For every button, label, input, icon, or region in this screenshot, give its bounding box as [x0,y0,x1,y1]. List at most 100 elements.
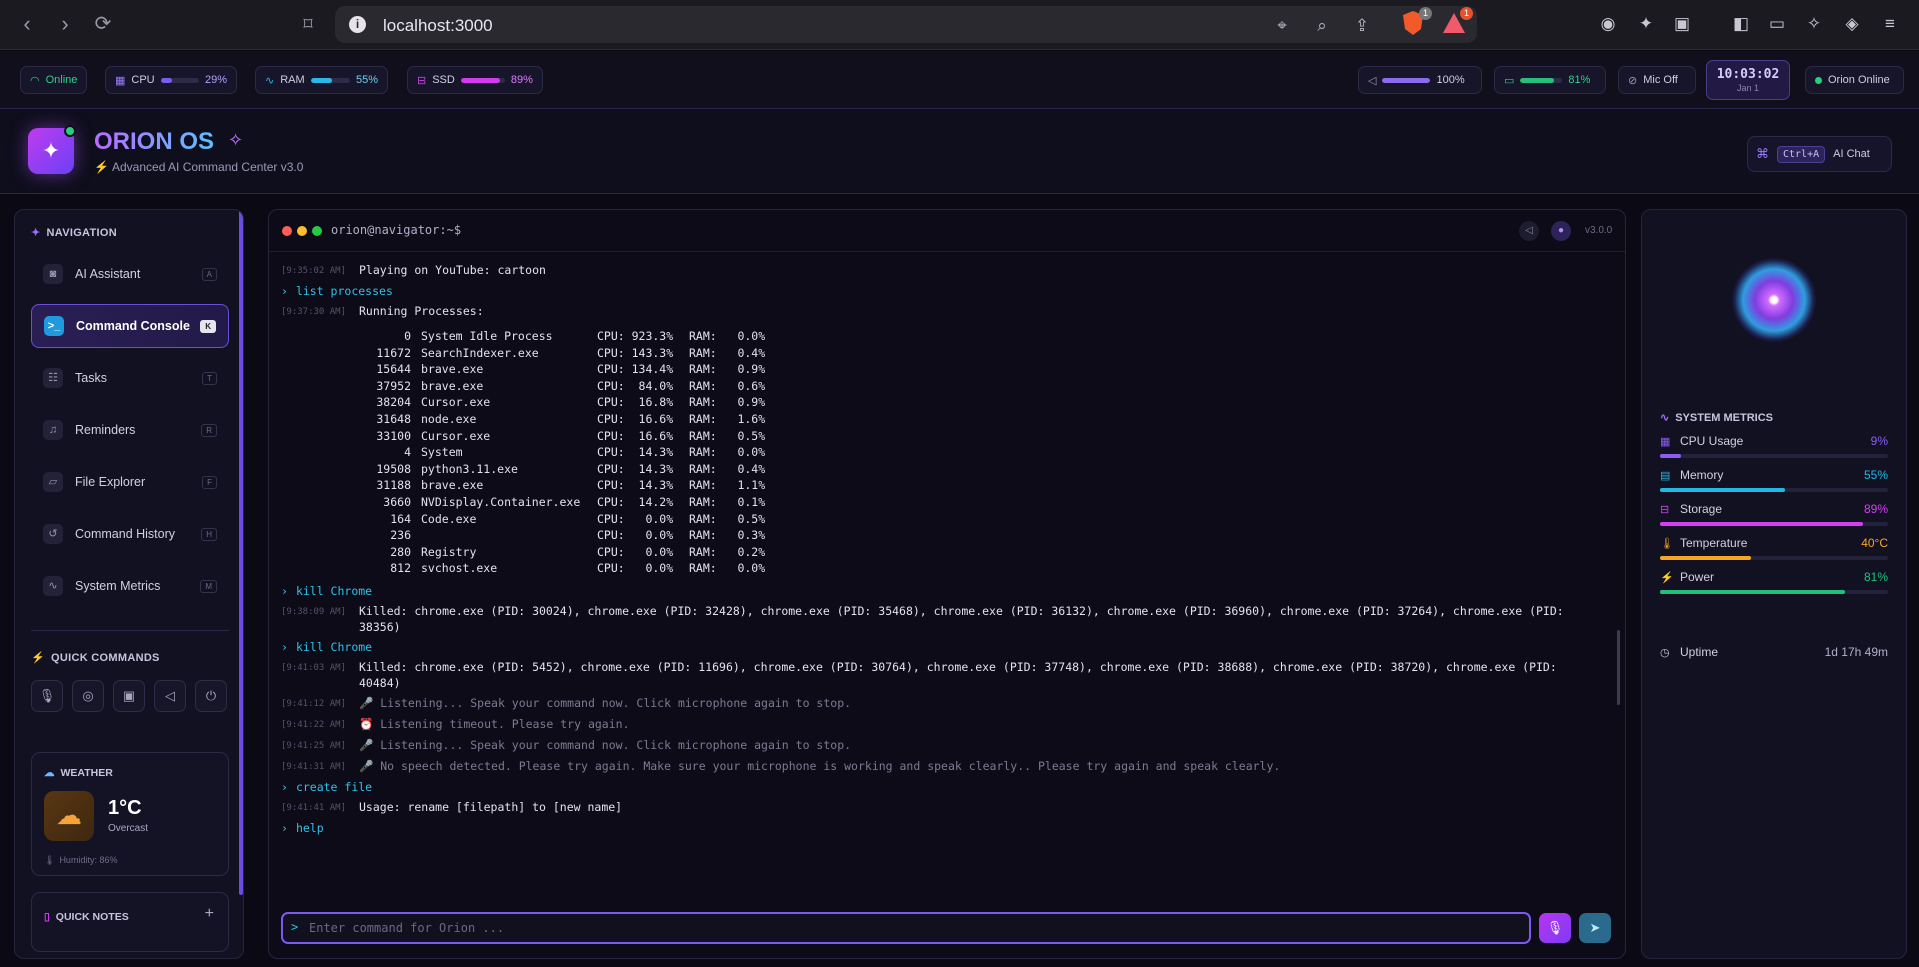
volume-icon[interactable]: ◁ [1368,74,1376,87]
screen-button[interactable]: ▣ [113,680,145,712]
timestamp: [9:38:09 AM] [281,606,347,617]
storage-icon: ⊟ [1660,504,1670,516]
process-ram: RAM: 0.5% [689,511,766,526]
process-ram: RAM: 0.9% [689,395,766,410]
process-name: SearchIndexer.exe [421,345,539,360]
speaker-icon: ◁ [165,688,175,703]
extensions-icon[interactable]: ✦ [1634,12,1658,36]
ai-chat-button[interactable]: ⌘ Ctrl+A AI Chat [1747,136,1892,172]
process-name: python3.11.exe [421,461,518,476]
volume-button[interactable]: ◁ [154,680,186,712]
process-pid: 33100 [376,428,411,443]
command-input[interactable] [309,917,1509,939]
address-bar[interactable]: i localhost:3000 ⌖ ⌕ ⇪ [335,6,1477,43]
add-note-button[interactable]: + [205,905,214,923]
console-log: [9:35:02 AM] Playing on YouTube: cartoon ›… [281,258,1601,894]
maximize-dot[interactable] [312,226,322,236]
volume-slider[interactable] [1382,77,1431,83]
sidebar-item-reminders[interactable]: ♫ Reminders R [31,408,229,452]
prompt-chevron-icon: › [281,284,288,298]
metric-power: ⚡ Power 81% [1660,570,1888,600]
process-pid: 164 [390,511,411,526]
close-dot[interactable] [282,226,292,236]
prompt-chevron-icon: › [281,779,288,794]
process-pid: 0 [404,329,411,343]
sidebar-item-tasks[interactable]: ☷ Tasks T [31,356,229,400]
folder-icon: ▱ [43,472,63,492]
location-icon[interactable]: ⌖ [1272,16,1292,36]
process-ram: RAM: 0.4% [689,461,766,476]
output-entry: [9:41:12 AM] 🎤 Listening... Speak your co… [281,695,1601,712]
brave-shields-icon[interactable]: 1 [1400,7,1432,37]
process-row: 38204 Cursor.exe CPU: 16.8% RAM: 0.9% [359,394,1601,411]
sidebar-scrollbar[interactable] [239,210,243,895]
process-row: 812 svchost.exe CPU: 0.0% RAM: 0.0% [359,560,1601,577]
cpu-icon: ▦ [115,74,126,87]
vpn-icon[interactable]: ◈ [1840,12,1864,36]
process-ram: RAM: 0.2% [689,544,766,559]
camera-button[interactable]: ◎ [72,680,104,712]
reload-icon[interactable]: ⟳ [90,12,116,38]
sidebar-toggle-icon[interactable]: ◧ [1729,12,1753,36]
power-button[interactable]: ⏻ [195,680,227,712]
zoom-icon[interactable]: ⌕ [1312,16,1332,36]
sidebar: ✦ NAVIGATION ◙ AI Assistant A >_ Command … [14,209,244,959]
timestamp: [9:41:25 AM] [281,740,347,751]
process-name: System Idle Process [421,329,553,343]
output-entry: [9:41:31 AM] 🎤 No speech detected. Please… [281,758,1601,775]
drive-icon: ⊟ [417,74,427,87]
weather-heading: ☁ WEATHER [44,767,113,779]
process-ram: RAM: 1.6% [689,411,766,426]
process-ram: RAM: 0.4% [689,345,766,360]
output-entry: [9:37:30 AM] Running Processes: [281,303,1601,320]
wallet-icon[interactable]: ▭ [1765,12,1789,36]
sidebar-item-command-history[interactable]: ↺ Command History H [31,512,229,556]
output-entry: [9:41:25 AM] 🎤 Listening... Speak your co… [281,737,1601,754]
mic-off-icon[interactable]: ⊘ [1628,74,1637,87]
process-ram: RAM: 0.1% [689,494,766,509]
mic-icon[interactable]: ● [1551,221,1571,241]
screenshot-icon[interactable]: ▣ [1670,12,1694,36]
process-cpu: CPU: 0.0% [597,511,674,526]
voice-input-button[interactable]: 🎙 [1539,913,1571,943]
mic-toggle[interactable]: ⊘ Mic Off [1618,66,1696,94]
sidebar-item-command-console[interactable]: >_ Command Console K [31,304,229,348]
brave-rewards-icon[interactable]: 1 [1441,7,1473,37]
sidebar-item-system-metrics[interactable]: ∿ System Metrics M [31,564,229,608]
site-info-icon[interactable]: i [349,16,366,33]
menu-icon[interactable]: ≡ [1878,12,1902,36]
leo-ai-icon[interactable]: ✧ [1802,12,1826,36]
process-row: 31188 brave.exe CPU: 14.3% RAM: 1.1% [359,477,1601,494]
minimize-dot[interactable] [297,226,307,236]
volume-chip[interactable]: ◁ 100% [1358,66,1482,94]
speaker-icon[interactable]: ◁ [1519,221,1539,241]
back-icon[interactable]: ‹ [14,12,40,38]
console-scrollbar[interactable] [1617,630,1620,705]
process-row: 236 CPU: 0.0% RAM: 0.3% [359,527,1601,544]
forward-icon[interactable]: › [52,12,78,38]
send-button[interactable]: ➤ [1579,913,1611,943]
metrics-panel: ∿ SYSTEM METRICS ▦ CPU Usage 9% ▤ Memory 55% ⊟ S… [1641,209,1907,959]
process-name: svchost.exe [421,561,498,576]
uptime-row: ◷ Uptime 1d 17h 49m [1660,645,1888,659]
cursor-extension-icon[interactable]: ◉ [1596,12,1620,36]
url-text[interactable]: localhost:3000 [383,16,493,36]
process-name: Code.exe [421,511,477,526]
process-cpu: CPU: 16.8% [597,395,674,410]
ssd-chip: ⊟ SSD 89% [407,66,543,94]
brave-badge: 1 [1418,7,1432,20]
prompt-chevron-icon: › [281,583,288,598]
command-console: orion@navigator:~$ ◁ ● v3.0.0 [9:35:02 A… [268,209,1626,959]
send-icon: ➤ [1589,920,1601,935]
orion-orb [1732,258,1816,342]
voice-command-button[interactable]: 🎙 [31,680,63,712]
process-name [421,527,597,544]
sidebar-item-ai-assistant[interactable]: ◙ AI Assistant A [31,252,229,296]
bookmark-icon[interactable]: ⌑ [295,12,321,38]
console-title: orion@navigator:~$ [331,223,462,237]
share-icon[interactable]: ⇪ [1352,16,1372,36]
process-name: System [421,445,463,460]
prompt-chevron-icon: › [281,639,288,654]
sidebar-item-file-explorer[interactable]: ▱ File Explorer F [31,460,229,504]
output-text: Killed: chrome.exe (PID: 30024), chrome.… [359,603,1571,634]
